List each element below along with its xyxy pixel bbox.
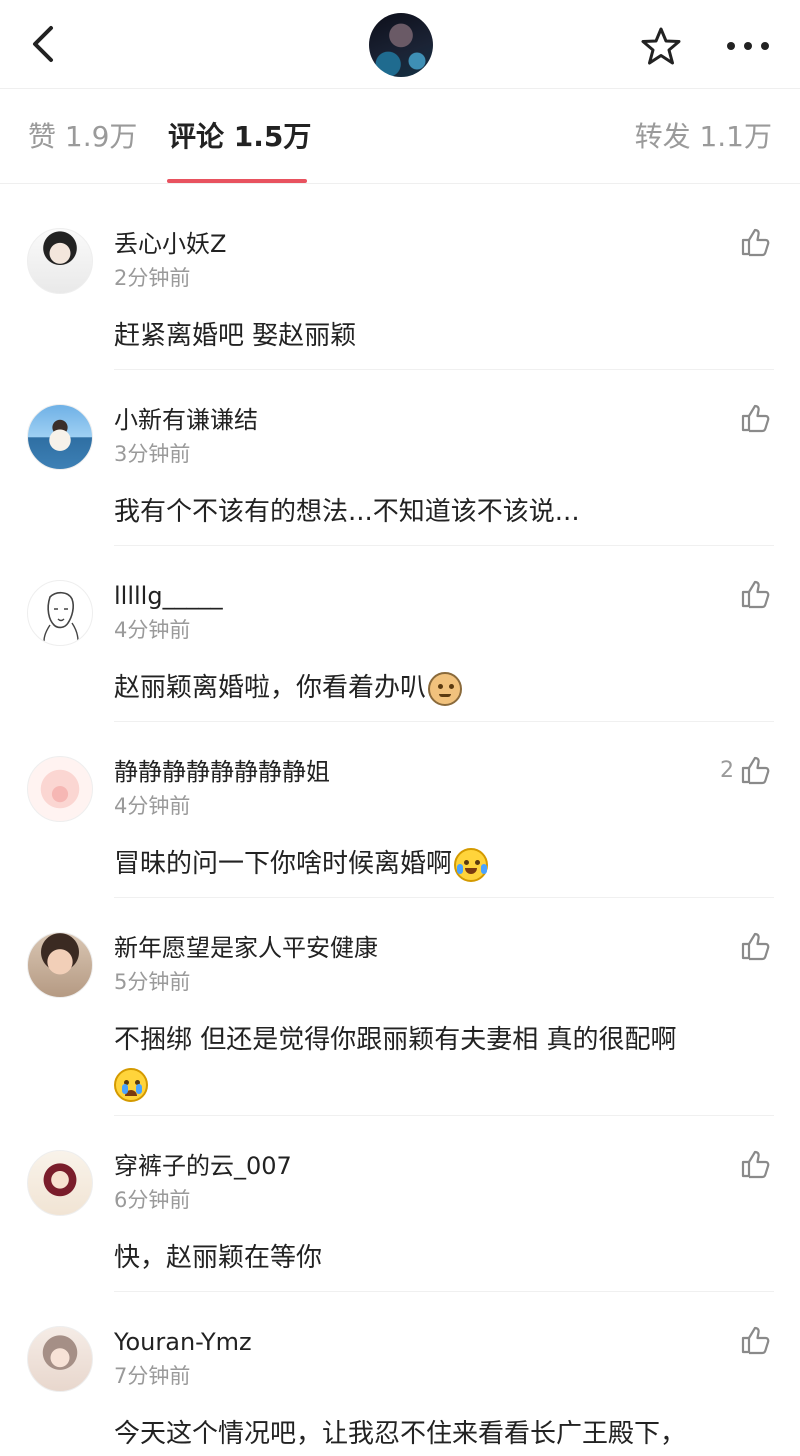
- like-button[interactable]: [734, 1322, 770, 1358]
- comment-item: 穿裤子的云_007 6分钟前 快，赵丽颖在等你: [0, 1116, 800, 1292]
- crying-emoji-icon: [114, 1067, 148, 1102]
- thumbs-up-icon: [741, 228, 770, 257]
- like-button[interactable]: 2: [720, 752, 770, 788]
- more-button[interactable]: [720, 22, 776, 70]
- tab-likes[interactable]: 赞 1.9万: [28, 119, 137, 155]
- comment-time: 4分钟前: [114, 794, 191, 818]
- author-avatar[interactable]: [369, 13, 433, 77]
- comment-time: 2分钟前: [114, 266, 191, 290]
- thumbs-up-icon: [741, 404, 770, 433]
- avatar[interactable]: [27, 756, 93, 822]
- laughing-crying-emoji-icon: [454, 847, 489, 882]
- avatar[interactable]: [27, 1150, 93, 1216]
- comment-username[interactable]: 新年愿望是家人平安健康: [114, 932, 378, 964]
- tab-comments[interactable]: 评论 1.5万: [168, 119, 311, 155]
- comment-text: 快，赵丽颖在等你: [114, 1243, 323, 1273]
- comment-item: 小新有谦谦结 3分钟前 我有个不该有的想法...不知道该不该说...: [0, 370, 800, 546]
- like-button[interactable]: [734, 1146, 770, 1182]
- comment-username[interactable]: Youran-Ymz: [114, 1326, 252, 1358]
- avatar[interactable]: [27, 228, 93, 294]
- comment-text: 冒昧的问一下你啥时候离婚啊: [114, 849, 453, 879]
- active-tab-indicator: [167, 179, 307, 183]
- like-count: 2: [720, 757, 734, 783]
- comment-text-row: 冒昧的问一下你啥时候离婚啊: [114, 842, 764, 886]
- like-button[interactable]: [734, 576, 770, 612]
- comment-text: 不捆绑 但还是觉得你跟丽颖有夫妻相 真的很配啊: [114, 1025, 677, 1055]
- comment-text-row: 不捆绑 但还是觉得你跟丽颖有夫妻相 真的很配啊: [114, 1018, 764, 1106]
- comment-time: 6分钟前: [114, 1188, 191, 1212]
- comment-item: lllllg_____ 4分钟前 赵丽颖离婚啦，你看着办叭: [0, 546, 800, 722]
- comment-username[interactable]: 静静静静静静静静姐: [114, 756, 330, 788]
- comment-time: 4分钟前: [114, 618, 191, 642]
- comment-username[interactable]: 丢心小妖Z: [114, 228, 226, 260]
- cat-emoji-icon: [428, 671, 463, 706]
- thumbs-up-icon: [741, 1326, 770, 1355]
- comment-username[interactable]: lllllg_____: [114, 580, 223, 612]
- like-button[interactable]: [734, 928, 770, 964]
- comment-text: 赶紧离婚吧 娶赵丽颖: [114, 321, 357, 351]
- tab-bar: 赞 1.9万 评论 1.5万 转发 1.1万: [0, 88, 800, 184]
- thumbs-up-icon: [741, 580, 770, 609]
- thumbs-up-icon: [741, 756, 770, 785]
- sketch-face-image: [43, 591, 79, 642]
- comment-username[interactable]: 小新有谦谦结: [114, 404, 258, 436]
- avatar[interactable]: [27, 932, 93, 998]
- top-bar: [0, 0, 800, 88]
- comment-text: 赵丽颖离婚啦，你看着办叭: [114, 673, 427, 703]
- thumbs-up-icon: [741, 932, 770, 961]
- comment-time: 5分钟前: [114, 970, 191, 994]
- comment-item: 静静静静静静静静姐 4分钟前 冒昧的问一下你啥时候离婚啊 2: [0, 722, 800, 898]
- comment-username[interactable]: 穿裤子的云_007: [114, 1150, 292, 1182]
- avatar[interactable]: [27, 404, 93, 470]
- back-button[interactable]: [18, 20, 66, 68]
- comment-list: 丢心小妖Z 2分钟前 赶紧离婚吧 娶赵丽颖 小新有谦谦结 3分钟前 我有个不该有…: [0, 194, 800, 1449]
- comment-time: 7分钟前: [114, 1364, 191, 1388]
- chevron-left-icon: [33, 26, 53, 62]
- comment-item: 丢心小妖Z 2分钟前 赶紧离婚吧 娶赵丽颖: [0, 194, 800, 370]
- avatar[interactable]: [27, 580, 93, 646]
- like-button[interactable]: [734, 400, 770, 436]
- comment-text-row: 赵丽颖离婚啦，你看着办叭: [114, 666, 764, 710]
- comment-item: 新年愿望是家人平安健康 5分钟前 不捆绑 但还是觉得你跟丽颖有夫妻相 真的很配啊: [0, 898, 800, 1116]
- favorite-button[interactable]: [637, 22, 685, 70]
- comment-text: 我有个不该有的想法...不知道该不该说...: [114, 497, 580, 527]
- like-button[interactable]: [734, 224, 770, 260]
- star-icon: [641, 27, 681, 65]
- comment-item: Youran-Ymz 7分钟前 今天这个情况吧，让我忍不住来看看长广王殿下，: [0, 1292, 800, 1449]
- comment-time: 3分钟前: [114, 442, 191, 466]
- comment-text: 今天这个情况吧，让我忍不住来看看长广王殿下，: [114, 1419, 687, 1449]
- thumbs-up-icon: [741, 1150, 770, 1179]
- tab-reposts[interactable]: 转发 1.1万: [635, 119, 772, 155]
- avatar[interactable]: [27, 1326, 93, 1392]
- more-dots-icon: [727, 42, 769, 50]
